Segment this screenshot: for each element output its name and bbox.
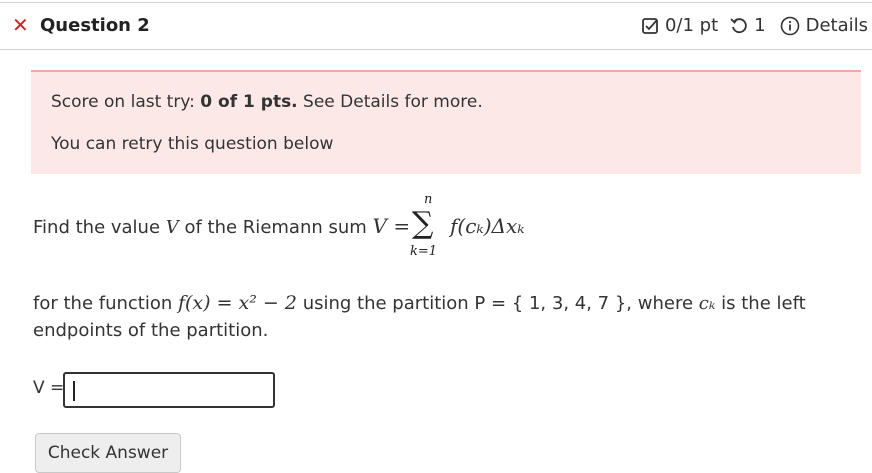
question-meta: 0/1 pt 1 Details	[641, 15, 868, 36]
question-title: Question 2	[40, 15, 150, 36]
checkbox-icon	[641, 17, 659, 35]
answer-input[interactable]	[63, 372, 275, 408]
summation-symbol: n ∑ k=1	[410, 192, 450, 262]
ck-variable: cₖ	[698, 293, 716, 314]
sum-upper: n	[424, 192, 433, 207]
question-header: ✕ Question 2 0/1 pt 1 Details	[0, 2, 872, 50]
sigma-icon: ∑	[412, 206, 434, 241]
v-variable: V	[165, 217, 179, 238]
text-cursor	[73, 381, 75, 401]
problem-riemann: of the Riemann sum	[178, 217, 373, 238]
tries-count: 1	[754, 15, 766, 36]
partition-text: using the partition P = { 1, 3, 4, 7 }, …	[296, 293, 699, 314]
score-line: Score on last try: 0 of 1 pts. See Detai…	[51, 92, 483, 112]
score-value: 0 of 1 pts.	[200, 92, 298, 112]
problem-line-2: for the function f(x) = x² − 2 using the…	[33, 292, 806, 314]
retry-text: You can retry this question below	[51, 134, 334, 154]
points-text: 0/1 pt	[664, 15, 719, 36]
score-prefix: Score on last try:	[51, 92, 201, 112]
score-alert: Score on last try: 0 of 1 pts. See Detai…	[31, 70, 861, 174]
answer-label: V =	[33, 378, 65, 398]
sum-lower: k=1	[410, 244, 438, 259]
function-prefix: for the function	[33, 293, 178, 314]
details-link[interactable]: Details	[806, 15, 868, 36]
sum-body: f(cₖ)Δxₖ	[450, 214, 525, 238]
retry-icon	[730, 17, 748, 35]
problem-line-1: Find the value V of the Riemann sum V =	[33, 214, 410, 238]
problem-intro: Find the value	[33, 217, 166, 238]
function-expr: f(x) = x² − 2	[177, 292, 297, 314]
is-left-text: is the left	[715, 293, 806, 314]
info-icon[interactable]	[780, 16, 800, 36]
check-answer-button[interactable]: Check Answer	[35, 433, 181, 473]
sum-lhs: V =	[372, 214, 411, 238]
close-x-icon: ✕	[12, 13, 29, 37]
score-suffix: See Details for more.	[297, 92, 483, 112]
problem-line-3: endpoints of the partition.	[33, 320, 269, 341]
